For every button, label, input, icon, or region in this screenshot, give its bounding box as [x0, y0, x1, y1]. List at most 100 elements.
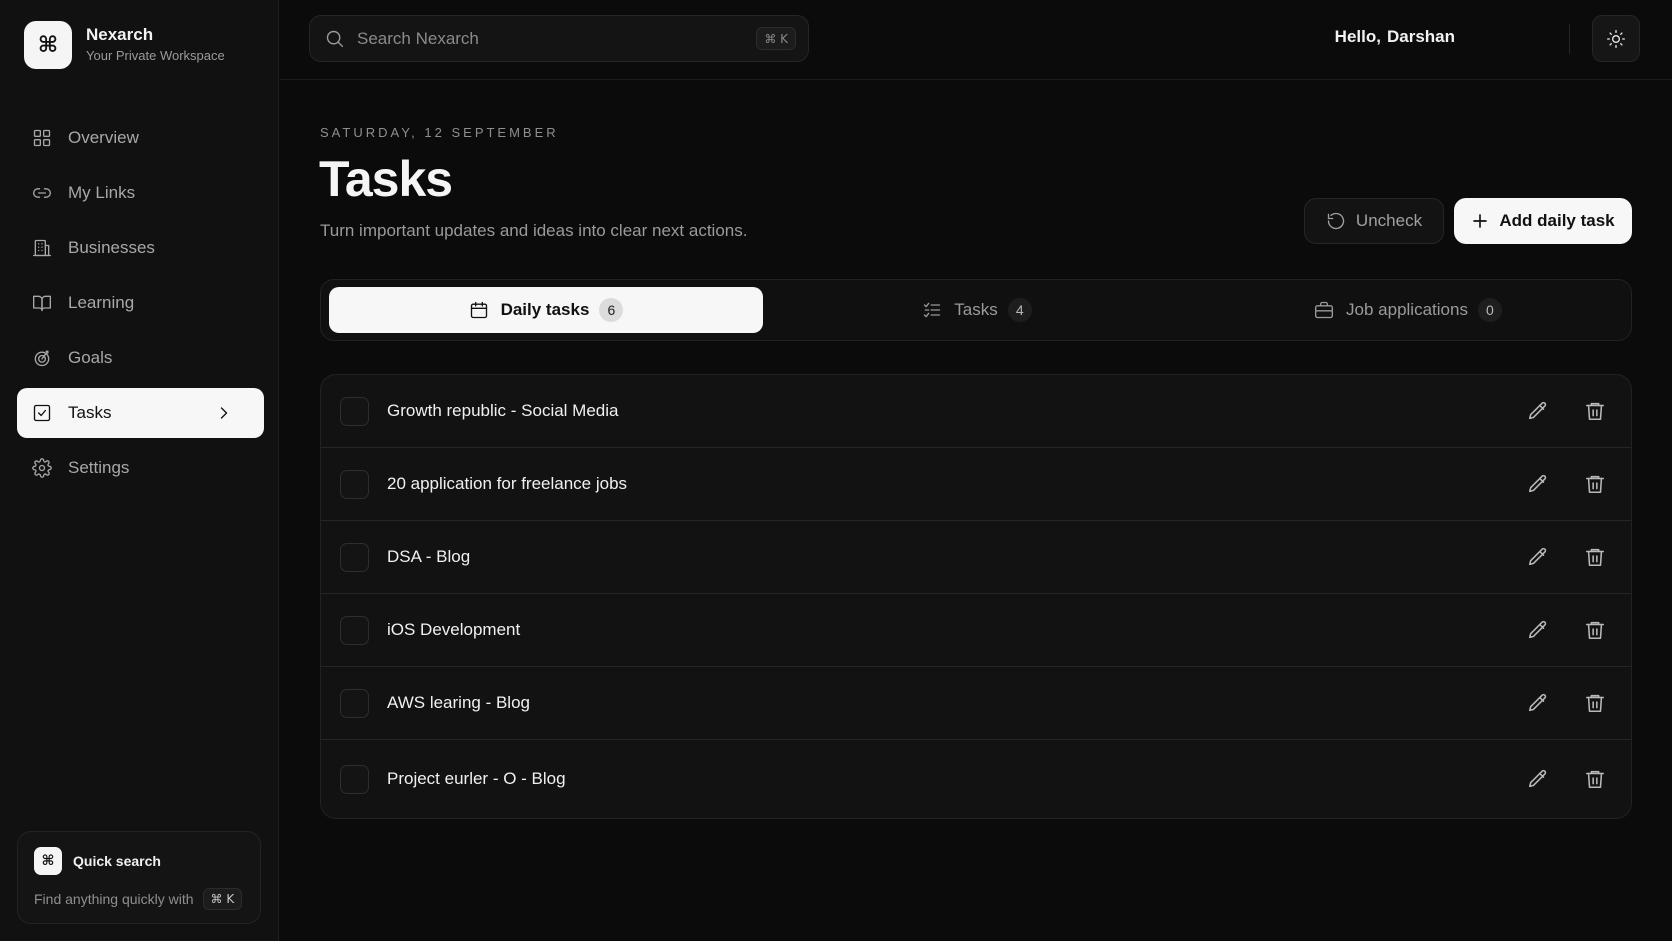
user-name: Darshan [1386, 27, 1455, 46]
list-check-icon [922, 300, 942, 320]
task-label: AWS learing - Blog [387, 693, 530, 712]
tab-label: Tasks [954, 300, 998, 319]
search-shortcut: ⌘ K [756, 27, 796, 50]
edit-icon[interactable] [1527, 619, 1549, 641]
sidebar-item-label: Learning [68, 293, 135, 312]
edit-icon[interactable] [1527, 400, 1549, 422]
briefcase-icon [1314, 300, 1334, 320]
tab-label: Daily tasks [500, 300, 590, 319]
add-daily-task-button[interactable]: Add daily task [1454, 198, 1632, 244]
building-icon [32, 238, 52, 258]
task-checkbox[interactable] [340, 469, 369, 499]
brand[interactable]: ⌘ Nexarch Your Private Workspace [24, 21, 225, 69]
task-label: Growth republic - Social Media [387, 401, 619, 420]
tab-job-applications[interactable]: Job applications 0 [1191, 287, 1625, 333]
book-icon [32, 293, 52, 313]
task-checkbox[interactable] [340, 688, 369, 718]
topbar: Search Nexarch ⌘ K Hello, Darshan [280, 0, 1672, 80]
sidebar-item-label: My Links [68, 183, 136, 202]
sidebar-item-tasks[interactable]: Tasks [17, 388, 264, 438]
trash-icon[interactable] [1584, 546, 1606, 568]
search-placeholder: Search Nexarch [357, 28, 479, 48]
quick-search-text: Find anything quickly with [34, 891, 194, 907]
task-row: iOS Development [321, 594, 1631, 667]
brand-subtitle: Your Private Workspace [86, 48, 225, 63]
task-row: AWS learing - Blog [321, 667, 1631, 740]
page-description: Turn important updates and ideas into cl… [320, 221, 748, 240]
command-icon: ⌘ [34, 847, 62, 875]
sidebar-item-label: Overview [68, 128, 139, 147]
task-label: iOS Development [387, 620, 521, 639]
trash-icon[interactable] [1584, 473, 1606, 495]
trash-icon[interactable] [1584, 768, 1606, 790]
sidebar-item-businesses[interactable]: Businesses [17, 223, 264, 273]
user-greeting: Hello, Darshan [1335, 27, 1455, 47]
task-label: DSA - Blog [387, 547, 471, 566]
current-date: SATURDAY, 12 SEPTEMBER [320, 125, 559, 140]
task-label: Project eurler - O - Blog [387, 769, 566, 788]
grid-icon [32, 128, 52, 148]
keyboard-shortcut: ⌘ K [202, 888, 243, 910]
task-row: Growth republic - Social Media [321, 375, 1631, 448]
quick-search-header: ⌘ Quick search [34, 847, 161, 875]
task-list: Growth republic - Social Media 20 applic… [320, 374, 1632, 819]
quick-search-card[interactable]: ⌘ Quick search Find anything quickly wit… [17, 831, 261, 924]
search-input[interactable]: Search Nexarch ⌘ K [309, 15, 809, 62]
sidebar-item-settings[interactable]: Settings [17, 443, 264, 493]
uncheck-button[interactable]: Uncheck [1304, 198, 1444, 244]
gear-icon [32, 458, 52, 478]
task-checkbox[interactable] [340, 764, 369, 794]
calendar-icon [469, 300, 489, 320]
sidebar-item-label: Settings [68, 458, 130, 477]
reset-icon [1326, 211, 1346, 231]
brand-title: Nexarch [86, 25, 154, 44]
task-checkbox[interactable] [340, 396, 369, 426]
task-checkbox[interactable] [340, 615, 369, 645]
task-row: Project eurler - O - Blog [321, 740, 1631, 818]
tab-count-badge: 6 [599, 298, 624, 322]
edit-icon[interactable] [1527, 546, 1549, 568]
task-row: DSA - Blog [321, 521, 1631, 594]
tab-daily-tasks[interactable]: Daily tasks 6 [329, 287, 763, 333]
sidebar-item-overview[interactable]: Overview [17, 113, 264, 163]
quick-search-description: Find anything quickly with ⌘ K [34, 888, 243, 910]
quick-search-title: Quick search [73, 853, 161, 869]
brand-text: Nexarch Your Private Workspace [86, 25, 225, 65]
greeting-text: Hello, [1334, 27, 1381, 46]
sidebar-item-label: Goals [68, 348, 113, 367]
sidebar: ⌘ Nexarch Your Private Workspace Overvie… [0, 0, 279, 941]
task-checkbox[interactable] [340, 542, 369, 572]
task-tabs: Daily tasks 6 Tasks 4 Job applications 0 [320, 279, 1632, 341]
tab-tasks[interactable]: Tasks 4 [760, 287, 1194, 333]
edit-icon[interactable] [1527, 473, 1549, 495]
command-logo-icon: ⌘ [24, 21, 72, 69]
header-divider [1569, 24, 1570, 54]
link-icon [32, 183, 52, 203]
edit-icon[interactable] [1527, 768, 1549, 790]
uncheck-label: Uncheck [1355, 211, 1423, 230]
plus-icon [1471, 212, 1489, 230]
checkbox-icon [32, 403, 52, 423]
sun-icon [1606, 29, 1626, 49]
trash-icon[interactable] [1584, 619, 1606, 641]
theme-toggle-button[interactable] [1592, 15, 1640, 62]
sidebar-item-my-links[interactable]: My Links [17, 168, 264, 218]
sidebar-item-learning[interactable]: Learning [17, 278, 264, 328]
sidebar-item-label: Tasks [68, 403, 112, 422]
tab-count-badge: 4 [1007, 298, 1032, 322]
search-icon [324, 28, 345, 49]
add-daily-task-label: Add daily task [1499, 211, 1615, 230]
sidebar-item-label: Businesses [68, 238, 155, 257]
edit-icon[interactable] [1527, 692, 1549, 714]
page-title: Tasks [319, 151, 453, 207]
task-label: 20 application for freelance jobs [387, 474, 628, 493]
tab-label: Job applications [1346, 300, 1468, 319]
tab-count-badge: 0 [1477, 298, 1502, 322]
trash-icon[interactable] [1584, 692, 1606, 714]
sidebar-item-goals[interactable]: Goals [17, 333, 264, 383]
task-row: 20 application for freelance jobs [321, 448, 1631, 521]
trash-icon[interactable] [1584, 400, 1606, 422]
chevron-right-icon [214, 403, 234, 423]
target-icon [32, 348, 52, 368]
sidebar-nav: Overview My Links Businesses Learning Go… [17, 113, 264, 498]
